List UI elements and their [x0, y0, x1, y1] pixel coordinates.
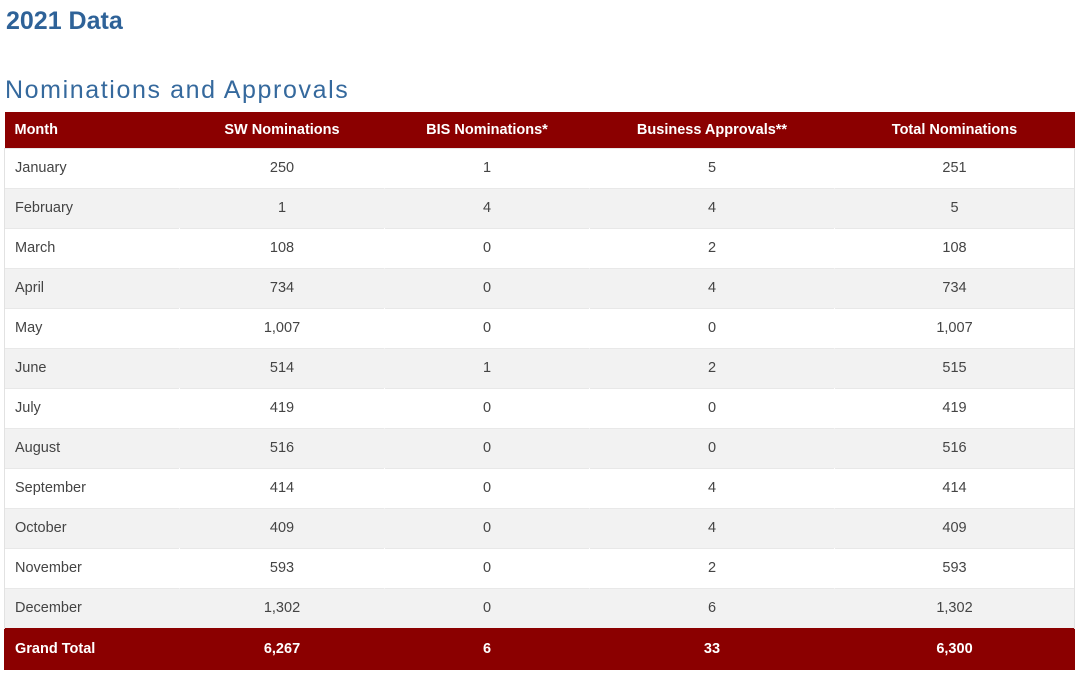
grand-total-row: Grand Total 6,267 6 33 6,300	[4, 627, 1075, 670]
cell-total-nominations: 414	[834, 467, 1075, 508]
table-row: June 514 1 2 515	[4, 347, 1075, 388]
table-header: Month SW Nominations BIS Nominations* Bu…	[4, 112, 1075, 148]
table-row: August 516 0 0 516	[4, 427, 1075, 468]
cell-bis-nominations: 0	[384, 427, 590, 468]
cell-total-nominations: 515	[834, 347, 1075, 388]
cell-bis-nominations: 4	[384, 187, 590, 228]
cell-sw-nominations: 1,007	[179, 307, 385, 348]
cell-bis-nominations: 0	[384, 587, 590, 628]
cell-business-approvals: 2	[589, 547, 835, 588]
cell-month: August	[4, 427, 180, 468]
cell-business-approvals: 4	[589, 467, 835, 508]
table-row: March 108 0 2 108	[4, 227, 1075, 268]
cell-total-nominations: 1,302	[834, 587, 1075, 628]
cell-month: September	[4, 467, 180, 508]
cell-month: November	[4, 547, 180, 588]
cell-total-nominations: 251	[834, 147, 1075, 188]
column-header-total-nominations: Total Nominations	[834, 112, 1075, 148]
cell-month: February	[4, 187, 180, 228]
grand-total-cell-month: Grand Total	[4, 627, 180, 670]
column-header-business-approvals: Business Approvals**	[589, 112, 835, 148]
column-header-bis-nominations: BIS Nominations*	[384, 112, 590, 148]
cell-business-approvals: 4	[589, 507, 835, 548]
cell-total-nominations: 419	[834, 387, 1075, 428]
cell-sw-nominations: 514	[179, 347, 385, 388]
table-row: January 250 1 5 251	[4, 147, 1075, 188]
cell-bis-nominations: 0	[384, 227, 590, 268]
cell-business-approvals: 4	[589, 187, 835, 228]
section-title: Nominations and Approvals	[5, 76, 350, 104]
column-header-sw-nominations: SW Nominations	[179, 112, 385, 148]
table-row: December 1,302 0 6 1,302	[4, 587, 1075, 628]
cell-total-nominations: 734	[834, 267, 1075, 308]
cell-sw-nominations: 1	[179, 187, 385, 228]
table-row: February 1 4 4 5	[4, 187, 1075, 228]
grand-total-cell-sw-nominations: 6,267	[179, 627, 385, 670]
page-title: 2021 Data	[6, 7, 123, 35]
cell-sw-nominations: 419	[179, 387, 385, 428]
cell-sw-nominations: 1,302	[179, 587, 385, 628]
table-row: October 409 0 4 409	[4, 507, 1075, 548]
nominations-table-container: Month SW Nominations BIS Nominations* Bu…	[4, 112, 1075, 670]
cell-month: January	[4, 147, 180, 188]
cell-month: May	[4, 307, 180, 348]
cell-sw-nominations: 516	[179, 427, 385, 468]
cell-sw-nominations: 734	[179, 267, 385, 308]
cell-business-approvals: 0	[589, 387, 835, 428]
cell-bis-nominations: 1	[384, 347, 590, 388]
cell-bis-nominations: 0	[384, 547, 590, 588]
cell-business-approvals: 4	[589, 267, 835, 308]
cell-business-approvals: 5	[589, 147, 835, 188]
cell-business-approvals: 6	[589, 587, 835, 628]
cell-business-approvals: 0	[589, 307, 835, 348]
cell-total-nominations: 5	[834, 187, 1075, 228]
cell-sw-nominations: 409	[179, 507, 385, 548]
table-row: September 414 0 4 414	[4, 467, 1075, 508]
cell-sw-nominations: 593	[179, 547, 385, 588]
cell-business-approvals: 0	[589, 427, 835, 468]
cell-month: June	[4, 347, 180, 388]
cell-month: July	[4, 387, 180, 428]
cell-total-nominations: 108	[834, 227, 1075, 268]
page-root: 2021 Data Nominations and Approvals Mont…	[0, 0, 1080, 677]
cell-bis-nominations: 0	[384, 387, 590, 428]
cell-business-approvals: 2	[589, 227, 835, 268]
column-header-month: Month	[4, 112, 180, 148]
table-header-row: Month SW Nominations BIS Nominations* Bu…	[4, 112, 1075, 148]
cell-month: December	[4, 587, 180, 628]
cell-sw-nominations: 414	[179, 467, 385, 508]
table-row: May 1,007 0 0 1,007	[4, 307, 1075, 348]
cell-bis-nominations: 0	[384, 507, 590, 548]
cell-total-nominations: 593	[834, 547, 1075, 588]
grand-total-cell-total-nominations: 6,300	[834, 627, 1075, 670]
table-row: November 593 0 2 593	[4, 547, 1075, 588]
cell-bis-nominations: 0	[384, 467, 590, 508]
cell-sw-nominations: 250	[179, 147, 385, 188]
cell-sw-nominations: 108	[179, 227, 385, 268]
cell-total-nominations: 409	[834, 507, 1075, 548]
cell-month: April	[4, 267, 180, 308]
cell-month: March	[4, 227, 180, 268]
cell-bis-nominations: 0	[384, 307, 590, 348]
cell-total-nominations: 1,007	[834, 307, 1075, 348]
nominations-approvals-table: Month SW Nominations BIS Nominations* Bu…	[4, 112, 1075, 670]
cell-business-approvals: 2	[589, 347, 835, 388]
cell-month: October	[4, 507, 180, 548]
cell-total-nominations: 516	[834, 427, 1075, 468]
table-body: January 250 1 5 251 February 1 4 4 5 March 108 0 2 108…	[4, 147, 1075, 670]
cell-bis-nominations: 0	[384, 267, 590, 308]
table-row: April 734 0 4 734	[4, 267, 1075, 308]
grand-total-cell-bis-nominations: 6	[384, 627, 590, 670]
grand-total-cell-business-approvals: 33	[589, 627, 835, 670]
cell-bis-nominations: 1	[384, 147, 590, 188]
table-row: July 419 0 0 419	[4, 387, 1075, 428]
